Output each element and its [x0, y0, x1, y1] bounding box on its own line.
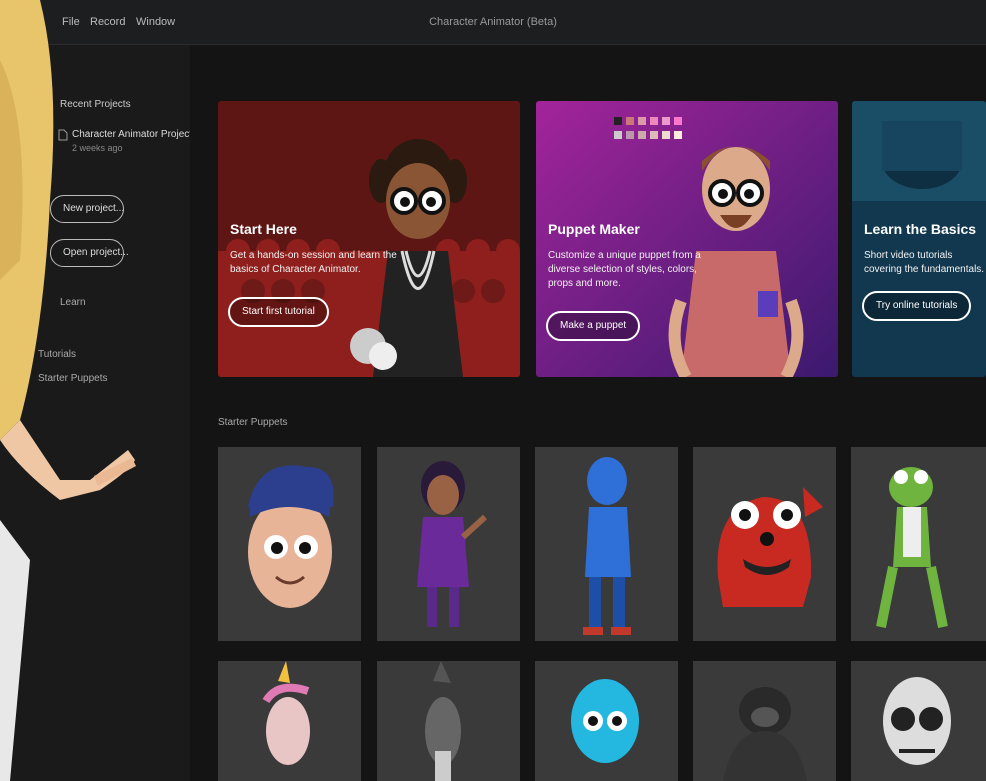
document-icon — [58, 129, 68, 141]
card-puppet-maker[interactable]: Puppet Maker Customize a unique puppet f… — [536, 101, 838, 377]
puppet-tile[interactable] — [693, 661, 836, 781]
puppet-tile[interactable] — [851, 447, 986, 641]
card-learn-basics-art — [852, 101, 986, 377]
try-online-tutorials-button[interactable]: Try online tutorials — [862, 291, 972, 321]
puppet-preview-gorilla — [723, 687, 807, 781]
puppet-tile[interactable] — [535, 447, 678, 641]
recent-project-name[interactable]: Character Animator Project — [72, 129, 192, 140]
make-a-puppet-button[interactable]: Make a puppet — [546, 311, 641, 341]
puppet-tile[interactable] — [377, 661, 520, 781]
card-learn-basics[interactable]: Learn the Basics Short video tutorials c… — [852, 101, 986, 377]
puppet-tile[interactable] — [377, 447, 520, 641]
start-first-tutorial-button[interactable]: Start first tutorial — [228, 297, 329, 327]
puppet-preview-blue-creature — [571, 679, 639, 763]
sidebar-item-learn[interactable]: Learn — [60, 297, 86, 308]
title-bar: File Record Window Character Animator (B… — [0, 0, 986, 45]
sidebar: Recent Projects Character Animator Proje… — [0, 45, 192, 781]
card-start-here-art — [218, 101, 520, 377]
main-content: Start Here Get a hands-on session and le… — [190, 45, 986, 781]
sidebar-item-tutorials[interactable]: Tutorials — [38, 349, 76, 360]
card-title: Start Here — [230, 221, 297, 237]
section-label-starter-puppets: Starter Puppets — [218, 417, 288, 428]
open-project-button[interactable]: Open project... — [50, 239, 129, 267]
puppet-preview-purple-woman — [417, 461, 488, 627]
puppet-tile[interactable] — [535, 661, 678, 781]
puppet-preview-gray-puppet — [425, 661, 461, 781]
puppet-preview-blue-robot — [583, 457, 631, 635]
sidebar-header: Recent Projects — [60, 99, 131, 110]
puppet-preview-unicorn — [262, 661, 310, 765]
puppet-preview-blue-hair-man — [248, 465, 334, 608]
card-start-here[interactable]: Start Here Get a hands-on session and le… — [218, 101, 520, 377]
puppet-preview-green-frog — [876, 467, 948, 628]
puppet-tile[interactable] — [851, 661, 986, 781]
card-description: Get a hands-on session and learn the bas… — [230, 250, 397, 275]
puppet-tile[interactable] — [693, 447, 836, 641]
puppet-preview-skull-character — [883, 677, 951, 765]
recent-project-date: 2 weeks ago — [72, 143, 123, 153]
puppet-preview-red-monster — [717, 487, 823, 607]
puppet-tile[interactable] — [218, 447, 361, 641]
puppet-tile[interactable] — [218, 661, 361, 781]
card-title: Puppet Maker — [548, 221, 640, 237]
new-project-button[interactable]: New project... — [50, 195, 124, 223]
sidebar-item-starter-puppets[interactable]: Starter Puppets — [38, 373, 107, 384]
card-title: Learn the Basics — [864, 221, 977, 237]
window-title: Character Animator (Beta) — [429, 16, 557, 28]
card-description: Short video tutorials covering the funda… — [864, 250, 985, 275]
card-description: Customize a unique puppet from a diverse… — [548, 250, 701, 289]
